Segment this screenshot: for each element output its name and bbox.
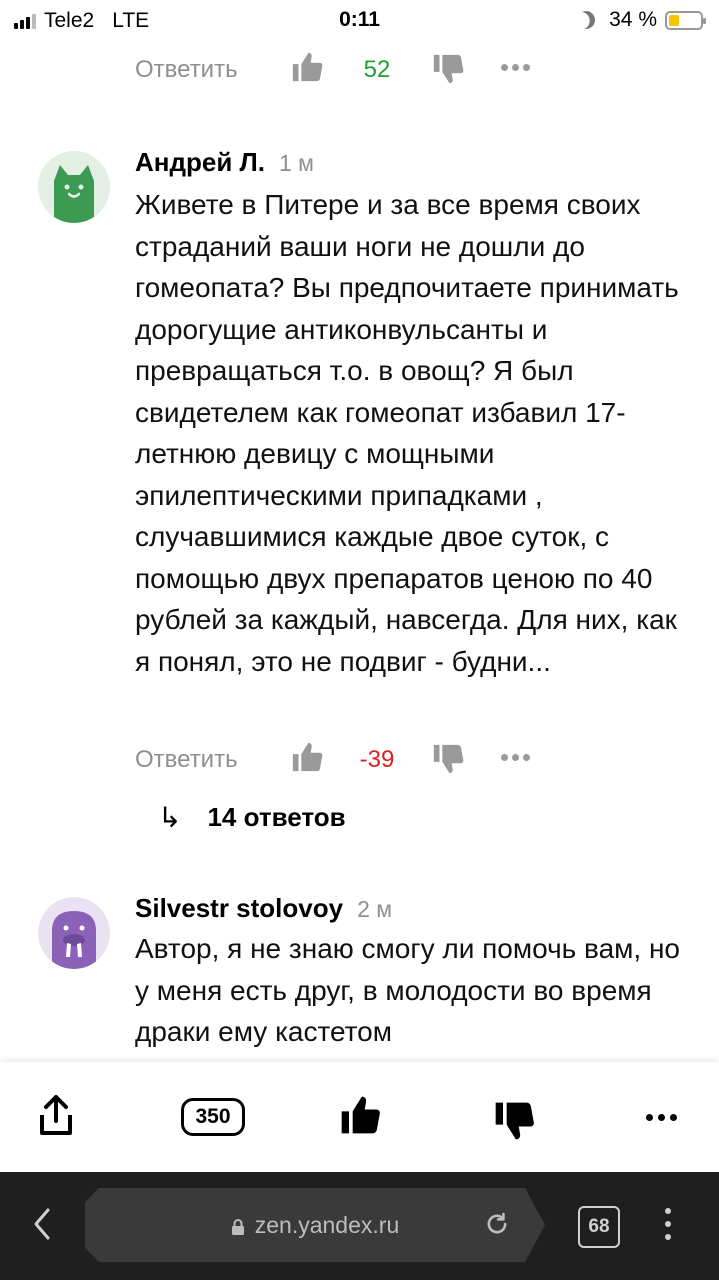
avatar[interactable] <box>38 897 110 969</box>
comment-author[interactable]: Андрей Л. <box>135 147 265 178</box>
previous-comment-actions: Ответить 52 <box>135 48 695 88</box>
comment-age: 2 м <box>357 896 393 922</box>
score-value: -39 <box>359 746 395 773</box>
status-right: 34 % <box>574 8 706 33</box>
dislike-icon[interactable] <box>492 1096 536 1146</box>
comment-actions: Ответить -39 <box>135 738 695 778</box>
replies-toggle[interactable]: ↳ 14 ответов <box>158 801 346 834</box>
reply-arrow-icon: ↳ <box>158 802 182 833</box>
browser-bar: zen.yandex.ru 68 <box>0 1172 719 1280</box>
url-text: zen.yandex.ru <box>254 1211 400 1238</box>
reply-button[interactable]: Ответить <box>135 746 238 774</box>
battery-level <box>669 14 679 26</box>
replies-count: 14 ответов <box>207 802 346 832</box>
score-value: 52 <box>363 56 391 83</box>
moon-icon <box>574 8 599 33</box>
walrus-avatar-icon <box>38 897 110 969</box>
address-bar[interactable]: zen.yandex.ru <box>85 1188 545 1262</box>
dislike-icon[interactable] <box>431 52 465 86</box>
more-icon[interactable] <box>646 1114 677 1121</box>
like-icon[interactable] <box>290 50 324 84</box>
cat-avatar-icon <box>38 151 110 223</box>
like-icon[interactable] <box>290 740 324 774</box>
comment-text: Автор, я не знаю смогу ли помочь вам, но… <box>135 933 681 1047</box>
like-icon[interactable] <box>338 1090 382 1140</box>
avatar[interactable] <box>38 151 110 223</box>
comment-author[interactable]: Silvestr stolovoy <box>135 893 343 924</box>
comment-header: Андрей Л. 1 м <box>135 147 314 178</box>
comment-age: 1 м <box>279 150 314 176</box>
lock-icon <box>231 1219 244 1235</box>
article-toolbar: 350 <box>0 1062 719 1172</box>
share-icon[interactable] <box>32 1090 80 1140</box>
battery-percent: 34 % <box>609 8 657 31</box>
reply-button[interactable]: Ответить <box>135 56 238 84</box>
reload-icon[interactable] <box>483 1210 511 1238</box>
menu-icon[interactable] <box>665 1208 671 1240</box>
tabs-icon[interactable]: 68 <box>578 1206 620 1248</box>
comment-header: Silvestr stolovoy 2 м <box>135 893 392 924</box>
dislike-icon[interactable] <box>431 742 465 776</box>
more-icon[interactable] <box>501 64 530 71</box>
comment-text: Живете в Питере и за все время своих стр… <box>135 189 679 677</box>
battery-icon <box>665 10 706 30</box>
comments-count-icon[interactable]: 350 <box>181 1098 245 1136</box>
back-icon[interactable] <box>30 1206 54 1242</box>
status-bar: Tele2 LTE 0:11 34 % <box>0 0 719 40</box>
more-icon[interactable] <box>501 754 530 761</box>
